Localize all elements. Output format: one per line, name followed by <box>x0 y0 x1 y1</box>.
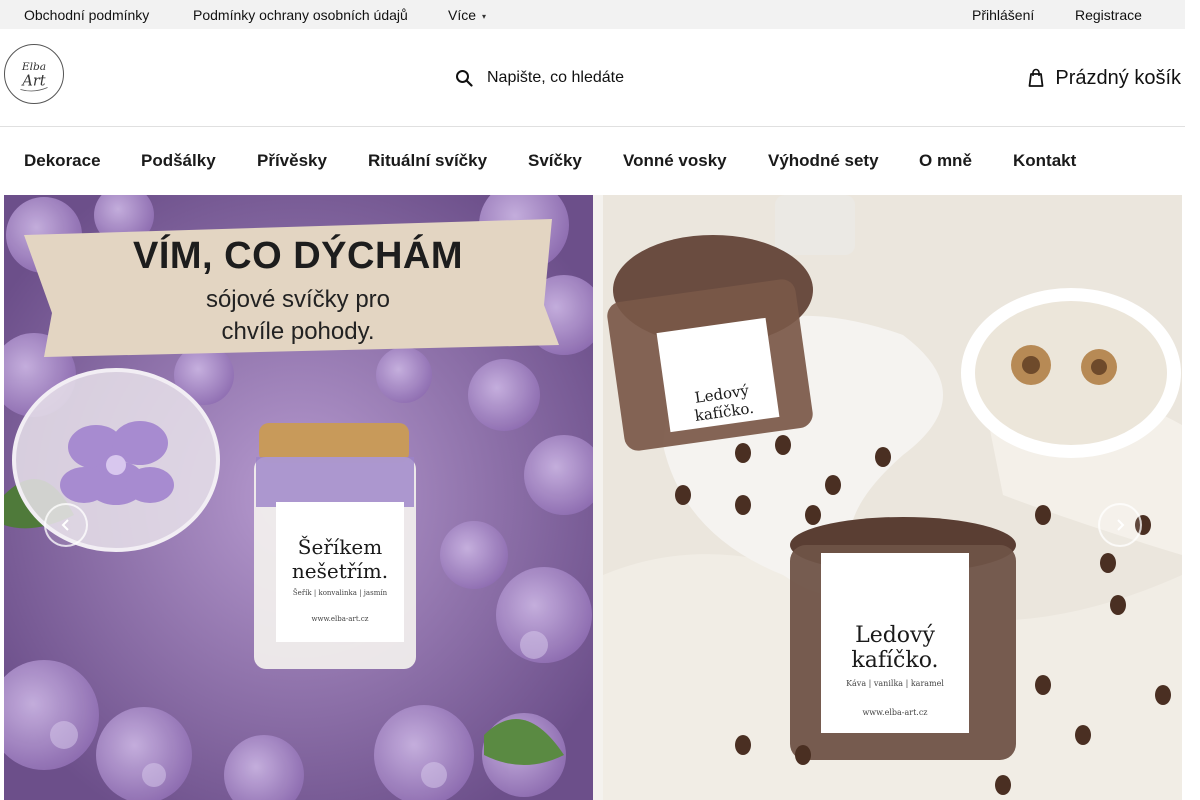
hero-slide-lilac: VÍM, CO DÝCHÁM sójové svíčky pro chvíle … <box>4 195 593 800</box>
register-link[interactable]: Registrace <box>1075 7 1142 23</box>
left-jar-url: www.elba-art.cz <box>311 615 369 623</box>
main-navigation: Dekorace Podšálky Přívěsky Rituální svíč… <box>0 127 1185 195</box>
cart-icon <box>1028 68 1044 87</box>
slider-prev-button[interactable] <box>44 503 88 547</box>
bottom-jar-title-1: Ledový <box>855 623 935 648</box>
hero-slide-coffee: Ledový kafíčko. Ledový kafíčko. Káva | v… <box>603 195 1182 800</box>
login-link[interactable]: Přihlášení <box>972 7 1034 23</box>
slide-divider <box>593 195 603 800</box>
nav-item-dekorace[interactable]: Dekorace <box>24 151 101 171</box>
link-terms[interactable]: Obchodní podmínky <box>24 7 149 23</box>
left-jar-title-2: nešetřím. <box>291 559 389 583</box>
slider-next-button[interactable] <box>1098 503 1142 547</box>
bottom-jar-url: www.elba-art.cz <box>862 708 928 717</box>
cart-label: Prázdný košík <box>1055 66 1181 89</box>
logo-line1: Elba <box>21 60 46 73</box>
left-jar-label: Šeříkem nešetřím. Šeřík | konvalinka | j… <box>276 535 404 623</box>
logo-mark: Elba Art <box>20 60 48 92</box>
logo-line2: Art <box>20 74 45 90</box>
search-trigger[interactable]: Napište, co hledáte <box>455 65 624 91</box>
nav-item-kontakt[interactable]: Kontakt <box>1013 151 1076 171</box>
search-placeholder: Napište, co hledáte <box>487 69 624 86</box>
hero-banner-text: VÍM, CO DÝCHÁM sójové svíčky pro chvíle … <box>24 235 572 346</box>
chevron-right-icon <box>1117 519 1125 531</box>
more-menu-label: Více <box>448 7 477 23</box>
nav-item-ritualni-svicky[interactable]: Rituální svíčky <box>368 151 487 171</box>
cart-button[interactable]: Prázdný košík <box>1027 65 1181 91</box>
nav-item-svicky[interactable]: Svíčky <box>528 151 582 171</box>
hero-slider[interactable]: VÍM, CO DÝCHÁM sójové svíčky pro chvíle … <box>4 195 1182 800</box>
nav-item-vonne-vosky[interactable]: Vonné vosky <box>623 151 727 171</box>
link-privacy[interactable]: Podmínky ochrany osobních údajů <box>193 7 408 23</box>
caret-down-icon: ▾ <box>482 12 487 21</box>
nav-item-vyhodne-sety[interactable]: Výhodné sety <box>768 151 879 171</box>
nav-item-podsalky[interactable]: Podšálky <box>141 151 216 171</box>
hero-banner-subtitle-1: sójové svíčky pro <box>205 286 391 313</box>
bottom-jar-title-2: kafíčko. <box>851 648 939 673</box>
nav-item-privesky[interactable]: Přívěsky <box>257 151 327 171</box>
more-menu[interactable]: Více ▾ <box>448 7 486 23</box>
bottom-jar-label: Ledový kafíčko. Káva | vanilka | karamel… <box>821 623 969 717</box>
top-utility-bar: Obchodní podmínky Podmínky ochrany osobn… <box>0 0 1185 29</box>
left-jar-ingredients: Šeřík | konvalinka | jasmín <box>292 589 388 597</box>
hero-banner-title: VÍM, CO DÝCHÁM <box>133 235 463 277</box>
search-icon <box>456 70 473 87</box>
bottom-jar-ingredients: Káva | vanilka | karamel <box>846 679 944 688</box>
chevron-left-icon <box>61 519 69 531</box>
site-header: Elba Art Napište, co hledáte Prázdný koš… <box>0 29 1185 127</box>
left-jar-title-1: Šeříkem <box>297 535 383 559</box>
hero-banner-subtitle-2: chvíle pohody. <box>221 318 375 345</box>
nav-item-o-mne[interactable]: O mně <box>919 151 972 171</box>
logo[interactable]: Elba Art <box>4 44 64 104</box>
